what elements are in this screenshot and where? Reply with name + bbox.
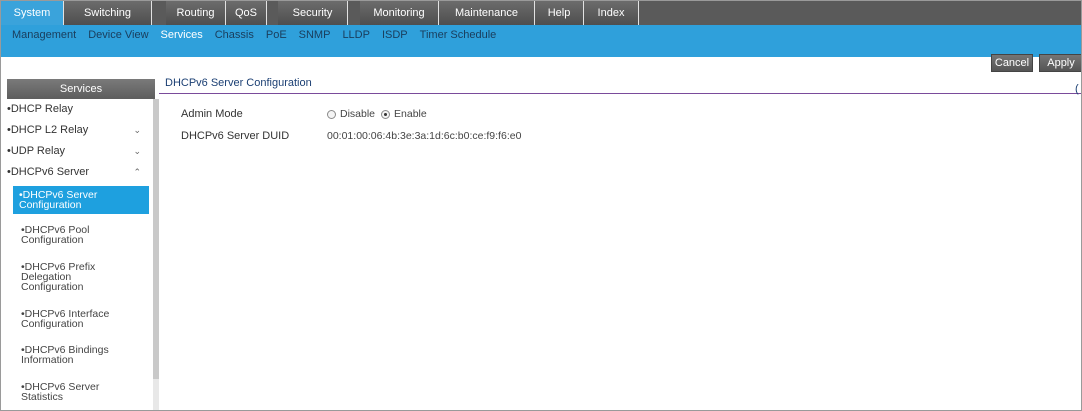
subnav-lldp[interactable]: LLDP <box>336 25 376 41</box>
admin-mode-radio-group: Disable Enable <box>327 108 433 120</box>
scrollbar-thumb[interactable] <box>153 99 159 379</box>
page-title: DHCPv6 Server Configuration <box>165 77 312 89</box>
app-frame: System Switching Routing QoS Security Mo… <box>0 0 1082 411</box>
sidebar-subitem-dhcpv6-prefix-delegation[interactable]: •DHCPv6 Prefix Delegation Configuration <box>15 262 105 293</box>
sidebar-item-dhcp-relay[interactable]: •DHCP Relay <box>7 103 145 115</box>
duid-label: DHCPv6 Server DUID <box>181 130 290 142</box>
subnav-device-view[interactable]: Device View <box>82 25 154 41</box>
disable-radio-label: Disable <box>340 108 376 120</box>
sidebar-item-label: •DHCP L2 Relay <box>7 124 89 136</box>
tab-maintenance[interactable]: Maintenance <box>439 1 535 25</box>
sidebar-title: Services <box>7 79 155 99</box>
disable-radio[interactable] <box>327 109 336 119</box>
chevron-down-icon: ⌄ <box>133 124 141 135</box>
subnav-isdp[interactable]: ISDP <box>376 25 414 41</box>
tab-routing[interactable]: Routing <box>166 1 226 25</box>
sidebar-scrollbar[interactable] <box>153 99 159 410</box>
subnav-snmp[interactable]: SNMP <box>293 25 337 41</box>
enable-radio[interactable] <box>381 109 391 119</box>
admin-mode-label: Admin Mode <box>181 108 243 120</box>
tab-system[interactable]: System <box>1 1 64 25</box>
tab-help[interactable]: Help <box>535 1 584 25</box>
sidebar-list: •DHCP Relay •DHCP L2 Relay ⌄ •UDP Relay … <box>7 99 155 410</box>
help-icon[interactable]: ( <box>1075 83 1079 95</box>
subnav-management[interactable]: Management <box>6 25 82 41</box>
tab-switching[interactable]: Switching <box>64 1 152 25</box>
tab-security[interactable]: Security <box>278 1 348 25</box>
cancel-button[interactable]: Cancel <box>991 54 1033 72</box>
subnav-chassis[interactable]: Chassis <box>209 25 260 41</box>
sidebar-subitem-dhcpv6-server-configuration[interactable]: •DHCPv6 Server Configuration <box>13 186 149 214</box>
sidebar-item-label: •UDP Relay <box>7 145 66 157</box>
subnav-timer-schedule[interactable]: Timer Schedule <box>414 25 503 41</box>
sub-nav: Management Device View Services Chassis … <box>1 25 1081 57</box>
sidebar: Services •DHCP Relay •DHCP L2 Relay ⌄ •U… <box>7 79 159 410</box>
chevron-up-icon: ⌃ <box>133 166 141 177</box>
sidebar-subitem-dhcpv6-interface-configuration[interactable]: •DHCPv6 Interface Configuration <box>15 309 127 330</box>
sidebar-subitem-dhcpv6-bindings-information[interactable]: •DHCPv6 Bindings Information <box>15 345 123 366</box>
tab-monitoring[interactable]: Monitoring <box>360 1 439 25</box>
subnav-services[interactable]: Services <box>155 25 209 41</box>
sidebar-item-dhcp-l2-relay[interactable]: •DHCP L2 Relay ⌄ <box>7 124 145 136</box>
apply-button[interactable]: Apply <box>1039 54 1081 72</box>
enable-radio-label: Enable <box>394 108 427 120</box>
chevron-down-icon: ⌄ <box>133 145 141 156</box>
sidebar-subitem-dhcpv6-pool-configuration[interactable]: •DHCPv6 Pool Configuration <box>15 225 115 246</box>
sidebar-item-dhcpv6-server[interactable]: •DHCPv6 Server ⌃ <box>7 166 145 178</box>
sidebar-item-label: •DHCP Relay <box>7 103 73 115</box>
sidebar-item-label: •DHCPv6 Server <box>7 166 90 178</box>
duid-value: 00:01:00:06:4b:3e:3a:1d:6c:b0:ce:f9:f6:e… <box>327 130 522 142</box>
sidebar-item-udp-relay[interactable]: •UDP Relay ⌄ <box>7 145 145 157</box>
tab-index[interactable]: Index <box>584 1 639 25</box>
top-nav: System Switching Routing QoS Security Mo… <box>1 1 1081 25</box>
tab-qos[interactable]: QoS <box>226 1 267 25</box>
title-divider <box>159 93 1081 94</box>
sidebar-subitem-dhcpv6-server-statistics[interactable]: •DHCPv6 Server Statistics <box>15 382 115 403</box>
subnav-poe[interactable]: PoE <box>260 25 293 41</box>
